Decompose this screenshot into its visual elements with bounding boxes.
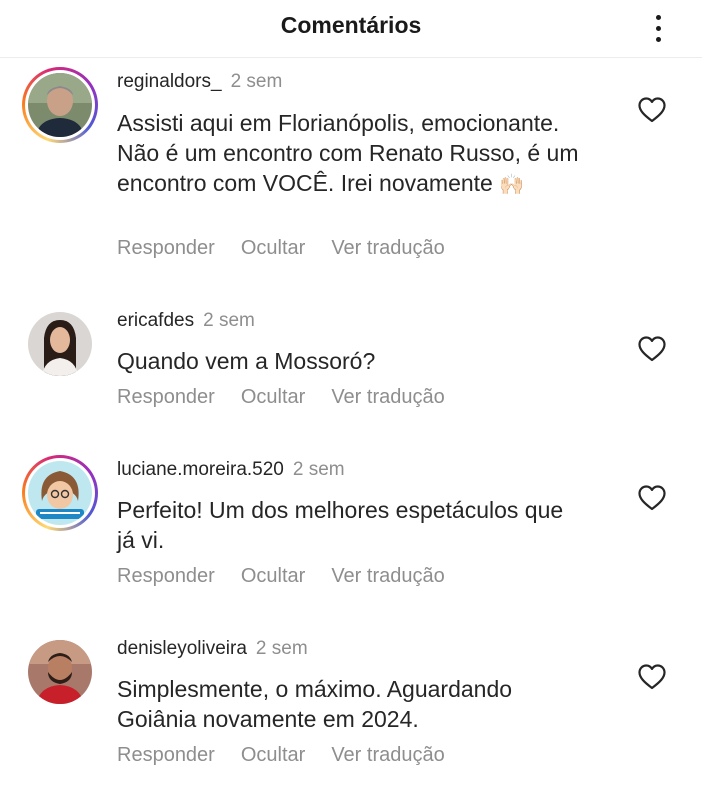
translate-button[interactable]: Ver tradução xyxy=(331,744,444,766)
comment-time: 2 sem xyxy=(292,459,345,480)
reply-button[interactable]: Responder xyxy=(117,386,215,408)
avatar[interactable] xyxy=(22,306,98,382)
like-heart-icon[interactable] xyxy=(638,97,666,123)
comment-meta: luciane.moreira.520 2 sem xyxy=(117,459,345,481)
avatar[interactable] xyxy=(22,67,98,143)
comment-username[interactable]: reginaldors_ xyxy=(117,71,222,92)
hide-button[interactable]: Ocultar xyxy=(241,386,305,408)
comment-meta: ericafdes 2 sem xyxy=(117,310,255,332)
translate-button[interactable]: Ver tradução xyxy=(331,386,444,408)
like-heart-icon[interactable] xyxy=(638,485,666,511)
comment-text-body: Quando vem a Mossoró? xyxy=(117,348,376,374)
avatar-photo-icon xyxy=(28,73,92,137)
raised-hands-emoji: 🙌🏻 xyxy=(499,174,525,196)
hide-button[interactable]: Ocultar xyxy=(241,565,305,587)
more-options-button[interactable] xyxy=(644,8,672,48)
comment-actions: Responder Ocultar Ver tradução xyxy=(117,744,471,767)
comment-meta: reginaldors_ 2 sem xyxy=(117,71,282,93)
comment-username[interactable]: luciane.moreira.520 xyxy=(117,459,284,480)
like-heart-icon[interactable] xyxy=(638,336,666,362)
comment-time: 2 sem xyxy=(203,310,255,331)
comment-time: 2 sem xyxy=(255,638,308,659)
avatar-photo-icon xyxy=(28,640,92,704)
avatar[interactable] xyxy=(22,634,98,710)
comment-time: 2 sem xyxy=(230,71,283,92)
comments-header: Comentários xyxy=(0,0,702,58)
more-vertical-icon xyxy=(655,14,661,20)
comment-actions: Responder Ocultar Ver tradução xyxy=(117,237,471,260)
avatar-cartoon-icon xyxy=(28,461,92,525)
comment-actions: Responder Ocultar Ver tradução xyxy=(117,565,471,588)
hide-button[interactable]: Ocultar xyxy=(241,237,305,259)
reply-button[interactable]: Responder xyxy=(117,744,215,766)
comment-username[interactable]: ericafdes xyxy=(117,310,194,331)
reply-button[interactable]: Responder xyxy=(117,565,215,587)
comment-meta: denisleyoliveira 2 sem xyxy=(117,638,308,660)
avatar[interactable] xyxy=(22,455,98,531)
comment-text-body: Simplesmente, o máximo. Aguardando Goiân… xyxy=(117,676,513,732)
reply-button[interactable]: Responder xyxy=(117,237,215,259)
translate-button[interactable]: Ver tradução xyxy=(331,237,444,259)
hide-button[interactable]: Ocultar xyxy=(241,744,305,766)
more-vertical-icon-dot xyxy=(655,36,661,42)
comment-text-body: Perfeito! Um dos melhores espetáculos qu… xyxy=(117,497,564,553)
comment-text: Perfeito! Um dos melhores espetáculos qu… xyxy=(117,495,587,555)
avatar-photo-icon xyxy=(28,312,92,376)
comment-actions: Responder Ocultar Ver tradução xyxy=(117,386,471,409)
more-vertical-icon-dot xyxy=(655,25,661,31)
comment-text: Assisti aqui em Florianópolis, emocionan… xyxy=(117,108,587,200)
page-title: Comentários xyxy=(280,12,422,38)
comment-text: Simplesmente, o máximo. Aguardando Goiân… xyxy=(117,674,587,734)
comment-text: Quando vem a Mossoró? xyxy=(117,346,587,376)
like-heart-icon[interactable] xyxy=(638,664,666,690)
translate-button[interactable]: Ver tradução xyxy=(331,565,444,587)
comment-username[interactable]: denisleyoliveira xyxy=(117,638,247,659)
